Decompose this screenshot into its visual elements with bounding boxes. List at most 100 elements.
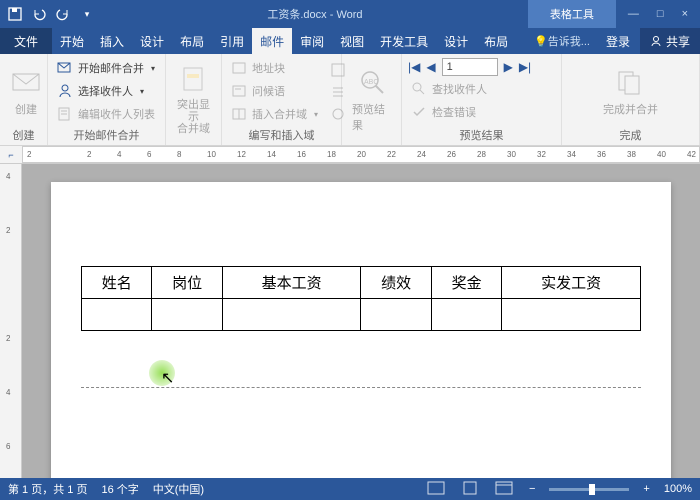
status-bar: 第 1 页，共 1 页 16 个字 中文(中国) − + 100%: [0, 478, 700, 500]
greeting-line-button[interactable]: 问候语: [228, 81, 321, 101]
tell-me-search[interactable]: 💡 告诉我...: [528, 28, 596, 54]
table-cell[interactable]: [431, 299, 501, 331]
greeting-icon: [231, 83, 247, 99]
window-close-icon[interactable]: ×: [682, 8, 688, 20]
tab-table-layout[interactable]: 布局: [476, 28, 516, 54]
table-header-cell[interactable]: 实发工资: [502, 267, 641, 299]
insert-field-label: 插入合并域: [252, 106, 307, 122]
table-row[interactable]: [82, 299, 641, 331]
tab-file[interactable]: 文件: [0, 28, 52, 54]
table-cell[interactable]: [152, 299, 222, 331]
tab-layout[interactable]: 布局: [172, 28, 212, 54]
table-cell[interactable]: [361, 299, 431, 331]
zoom-out-button[interactable]: −: [529, 483, 535, 495]
login-button[interactable]: 登录: [596, 28, 640, 54]
group-preview-label: 预览结果: [408, 125, 555, 143]
window-minimize-icon[interactable]: —: [628, 8, 639, 20]
tab-design[interactable]: 设计: [132, 28, 172, 54]
highlight-merge-fields-button[interactable]: 突出显示合并域: [172, 58, 215, 141]
edit-list-icon: [57, 106, 73, 122]
tab-review[interactable]: 审阅: [292, 28, 332, 54]
document-page[interactable]: 姓名 岗位 基本工资 绩效 奖金 实发工资 ↖: [51, 182, 671, 478]
save-icon[interactable]: [8, 7, 22, 21]
finish-merge-button[interactable]: 完成并合并: [599, 58, 662, 125]
prev-record-button[interactable]: ◀: [426, 60, 435, 74]
tab-developer[interactable]: 开发工具: [372, 28, 436, 54]
start-mail-merge-button[interactable]: 开始邮件合并▾: [54, 58, 158, 78]
ribbon: 创建 创建 开始邮件合并▾ 选择收件人▾ 编辑收件人列表 开始邮件合并 突出显示…: [0, 54, 700, 146]
table-row[interactable]: 姓名 岗位 基本工资 绩效 奖金 实发工资: [82, 267, 641, 299]
preview-icon: ABC: [356, 66, 388, 98]
address-block-button[interactable]: 地址块: [228, 58, 321, 78]
undo-icon[interactable]: [32, 7, 46, 21]
envelope-icon: [10, 66, 42, 98]
zoom-in-button[interactable]: +: [643, 483, 649, 495]
zoom-slider[interactable]: [549, 488, 629, 491]
share-label: 共享: [666, 33, 690, 50]
mouse-cursor-icon: ↖: [161, 368, 174, 388]
highlight-icon: [178, 64, 210, 96]
web-layout-icon[interactable]: [495, 481, 515, 497]
page-scroll[interactable]: 姓名 岗位 基本工资 绩效 奖金 实发工资 ↖: [22, 164, 700, 478]
tab-mailings[interactable]: 邮件: [252, 28, 292, 54]
zoom-level[interactable]: 100%: [664, 483, 692, 495]
highlight-label: 突出显示合并域: [176, 99, 211, 135]
tab-table-design[interactable]: 设计: [436, 28, 476, 54]
title-bar: ▾ 工资条.docx - Word 表格工具 — □ ×: [0, 0, 700, 28]
share-button[interactable]: 共享: [640, 28, 700, 54]
address-label: 地址块: [252, 60, 285, 76]
redo-icon[interactable]: [56, 7, 70, 21]
group-create-label: 创建: [6, 125, 41, 143]
record-number-input[interactable]: 1: [442, 58, 498, 76]
find-recipient-button[interactable]: 查找收件人: [408, 79, 555, 99]
create-envelopes-button[interactable]: 创建: [6, 58, 46, 125]
svg-text:ABC: ABC: [364, 79, 378, 86]
table-header-cell[interactable]: 岗位: [152, 267, 222, 299]
finish-label: 完成并合并: [603, 101, 658, 117]
select-recipients-button[interactable]: 选择收件人▾: [54, 81, 158, 101]
tab-insert[interactable]: 插入: [92, 28, 132, 54]
next-record-button[interactable]: ▶: [504, 60, 513, 74]
find-label: 查找收件人: [432, 81, 487, 97]
print-layout-icon[interactable]: [461, 481, 481, 497]
start-merge-label: 开始邮件合并: [78, 60, 144, 76]
recipients-icon: [57, 83, 73, 99]
table-header-cell[interactable]: 姓名: [82, 267, 152, 299]
document-area: 42246 姓名 岗位 基本工资 绩效 奖金 实发工资: [0, 164, 700, 478]
vertical-ruler[interactable]: 42246: [0, 164, 22, 478]
last-record-button[interactable]: ▶|: [519, 60, 531, 74]
language-status[interactable]: 中文(中国): [153, 481, 204, 497]
check-label: 检查错误: [432, 104, 476, 120]
match-fields-icon[interactable]: [327, 82, 343, 98]
group-start-merge-label: 开始邮件合并: [54, 125, 159, 143]
edit-recipients-button[interactable]: 编辑收件人列表: [54, 104, 158, 124]
tab-view[interactable]: 视图: [332, 28, 372, 54]
tab-home[interactable]: 开始: [52, 28, 92, 54]
greeting-label: 问候语: [252, 83, 285, 99]
first-record-button[interactable]: |◀: [408, 60, 420, 74]
select-recipients-label: 选择收件人: [78, 83, 133, 99]
table-header-cell[interactable]: 奖金: [431, 267, 501, 299]
table-header-cell[interactable]: 基本工资: [222, 267, 361, 299]
read-mode-icon[interactable]: [427, 481, 447, 497]
rules-icon[interactable]: [327, 60, 343, 76]
page-status[interactable]: 第 1 页，共 1 页: [8, 481, 87, 497]
horizontal-ruler[interactable]: ⌐ 22468101214161820222426283032343638404…: [0, 146, 700, 164]
table-cell[interactable]: [82, 299, 152, 331]
preview-results-button[interactable]: ABC 预览结果: [348, 58, 395, 141]
mail-merge-icon: [57, 60, 73, 76]
create-label: 创建: [15, 101, 37, 117]
window-maximize-icon[interactable]: □: [657, 8, 664, 20]
table-cell[interactable]: [502, 299, 641, 331]
edit-recipients-label: 编辑收件人列表: [78, 106, 155, 122]
check-errors-button[interactable]: 检查错误: [408, 102, 555, 122]
word-count[interactable]: 16 个字: [101, 481, 138, 497]
table-cell[interactable]: [222, 299, 361, 331]
update-labels-icon[interactable]: [327, 104, 343, 120]
table-header-cell[interactable]: 绩效: [361, 267, 431, 299]
tab-references[interactable]: 引用: [212, 28, 252, 54]
tab-selector[interactable]: ⌐: [0, 150, 22, 160]
qat-dropdown-icon[interactable]: ▾: [80, 7, 94, 21]
salary-table[interactable]: 姓名 岗位 基本工资 绩效 奖金 实发工资: [81, 266, 641, 331]
insert-merge-field-button[interactable]: 插入合并域▾: [228, 104, 321, 124]
